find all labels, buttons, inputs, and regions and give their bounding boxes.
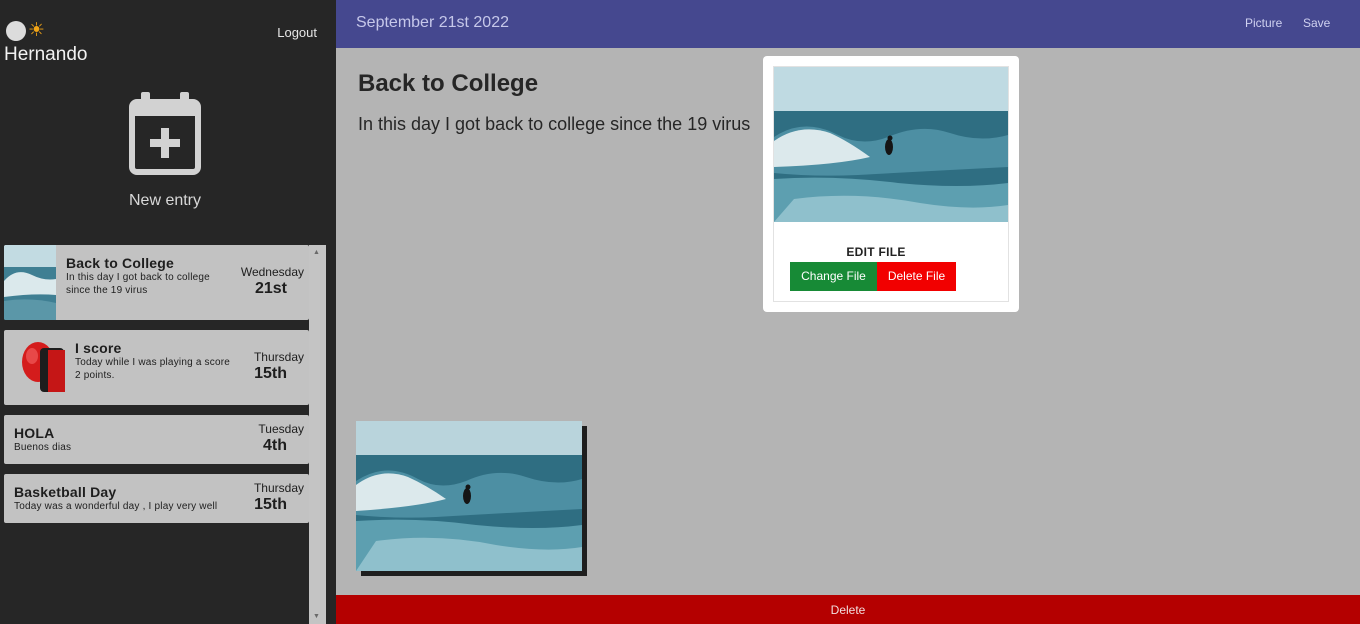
username: Hernando	[4, 44, 88, 65]
sidebar: ☀ Hernando Logout New entry Back to Coll…	[0, 0, 336, 624]
entry-card-back-to-college[interactable]: Back to College In this day I got back t…	[4, 245, 309, 320]
entry-day: Tuesday	[258, 422, 304, 436]
entry-day: Wednesday	[240, 265, 304, 279]
entry-date: 4th	[263, 437, 287, 454]
entry-card-hola[interactable]: HOLA Buenos dias Tuesday 4th	[4, 415, 309, 464]
entry-title-field[interactable]: Back to College	[358, 70, 538, 98]
entry-date: 15th	[254, 496, 287, 513]
entry-list-scrollbar[interactable]: ▲ ▼	[309, 245, 326, 624]
delete-entry-button[interactable]: Delete	[336, 595, 1360, 624]
entry-date-title: September 21st 2022	[356, 14, 509, 31]
scroll-up-icon[interactable]: ▲	[313, 249, 320, 256]
entry-day: Thursday	[253, 350, 304, 364]
new-entry-button[interactable]: New entry	[95, 92, 235, 210]
modal-photo-preview	[774, 67, 1008, 222]
entry-title: HOLA	[14, 425, 55, 441]
entry-card-basketball-day[interactable]: Basketball Day Today was a wonderful day…	[4, 474, 309, 523]
entry-title: Back to College	[66, 255, 175, 271]
sun-icon: ☀	[28, 20, 46, 41]
entry-day: Thursday	[253, 481, 304, 495]
logout-link[interactable]: Logout	[277, 25, 317, 40]
delete-file-button[interactable]: Delete File	[877, 262, 956, 291]
entry-body-field[interactable]: In this day I got back to college since …	[358, 114, 768, 135]
delete-entry-label: Delete	[830, 603, 866, 617]
save-button[interactable]: Save	[1303, 16, 1330, 30]
toggle-knob[interactable]	[6, 21, 26, 41]
theme-toggle[interactable]: ☀	[6, 21, 45, 41]
entry-date: 21st	[254, 280, 287, 297]
entry-excerpt: In this day I got back to college since …	[66, 272, 210, 296]
edit-file-modal: EDIT FILE Change File Delete File	[763, 56, 1019, 312]
entry-photo[interactable]	[356, 421, 582, 571]
entry-date: 15th	[254, 365, 287, 382]
entry-card-i-score[interactable]: I score Today while I was playing a scor…	[4, 330, 309, 405]
picture-button[interactable]: Picture	[1245, 16, 1282, 30]
entry-excerpt: Buenos dias	[14, 442, 72, 453]
boxing-glove-thumbnail	[22, 342, 65, 392]
change-file-button[interactable]: Change File	[790, 262, 877, 291]
calendar-plus-icon	[129, 92, 201, 175]
surfer-thumbnail	[4, 245, 56, 320]
modal-title: EDIT FILE	[846, 245, 906, 259]
new-entry-label: New entry	[128, 192, 202, 209]
scroll-down-icon[interactable]: ▼	[313, 613, 320, 620]
app-header: September 21st 2022 Picture Save	[336, 0, 1360, 48]
edit-file-card: EDIT FILE Change File Delete File	[773, 66, 1009, 302]
entry-title: I score	[75, 340, 122, 356]
entry-excerpt: Today while I was playing a score 2 poin…	[75, 357, 231, 381]
entry-excerpt: Today was a wonderful day , I play very …	[14, 501, 218, 512]
entry-title: Basketball Day	[14, 484, 117, 500]
